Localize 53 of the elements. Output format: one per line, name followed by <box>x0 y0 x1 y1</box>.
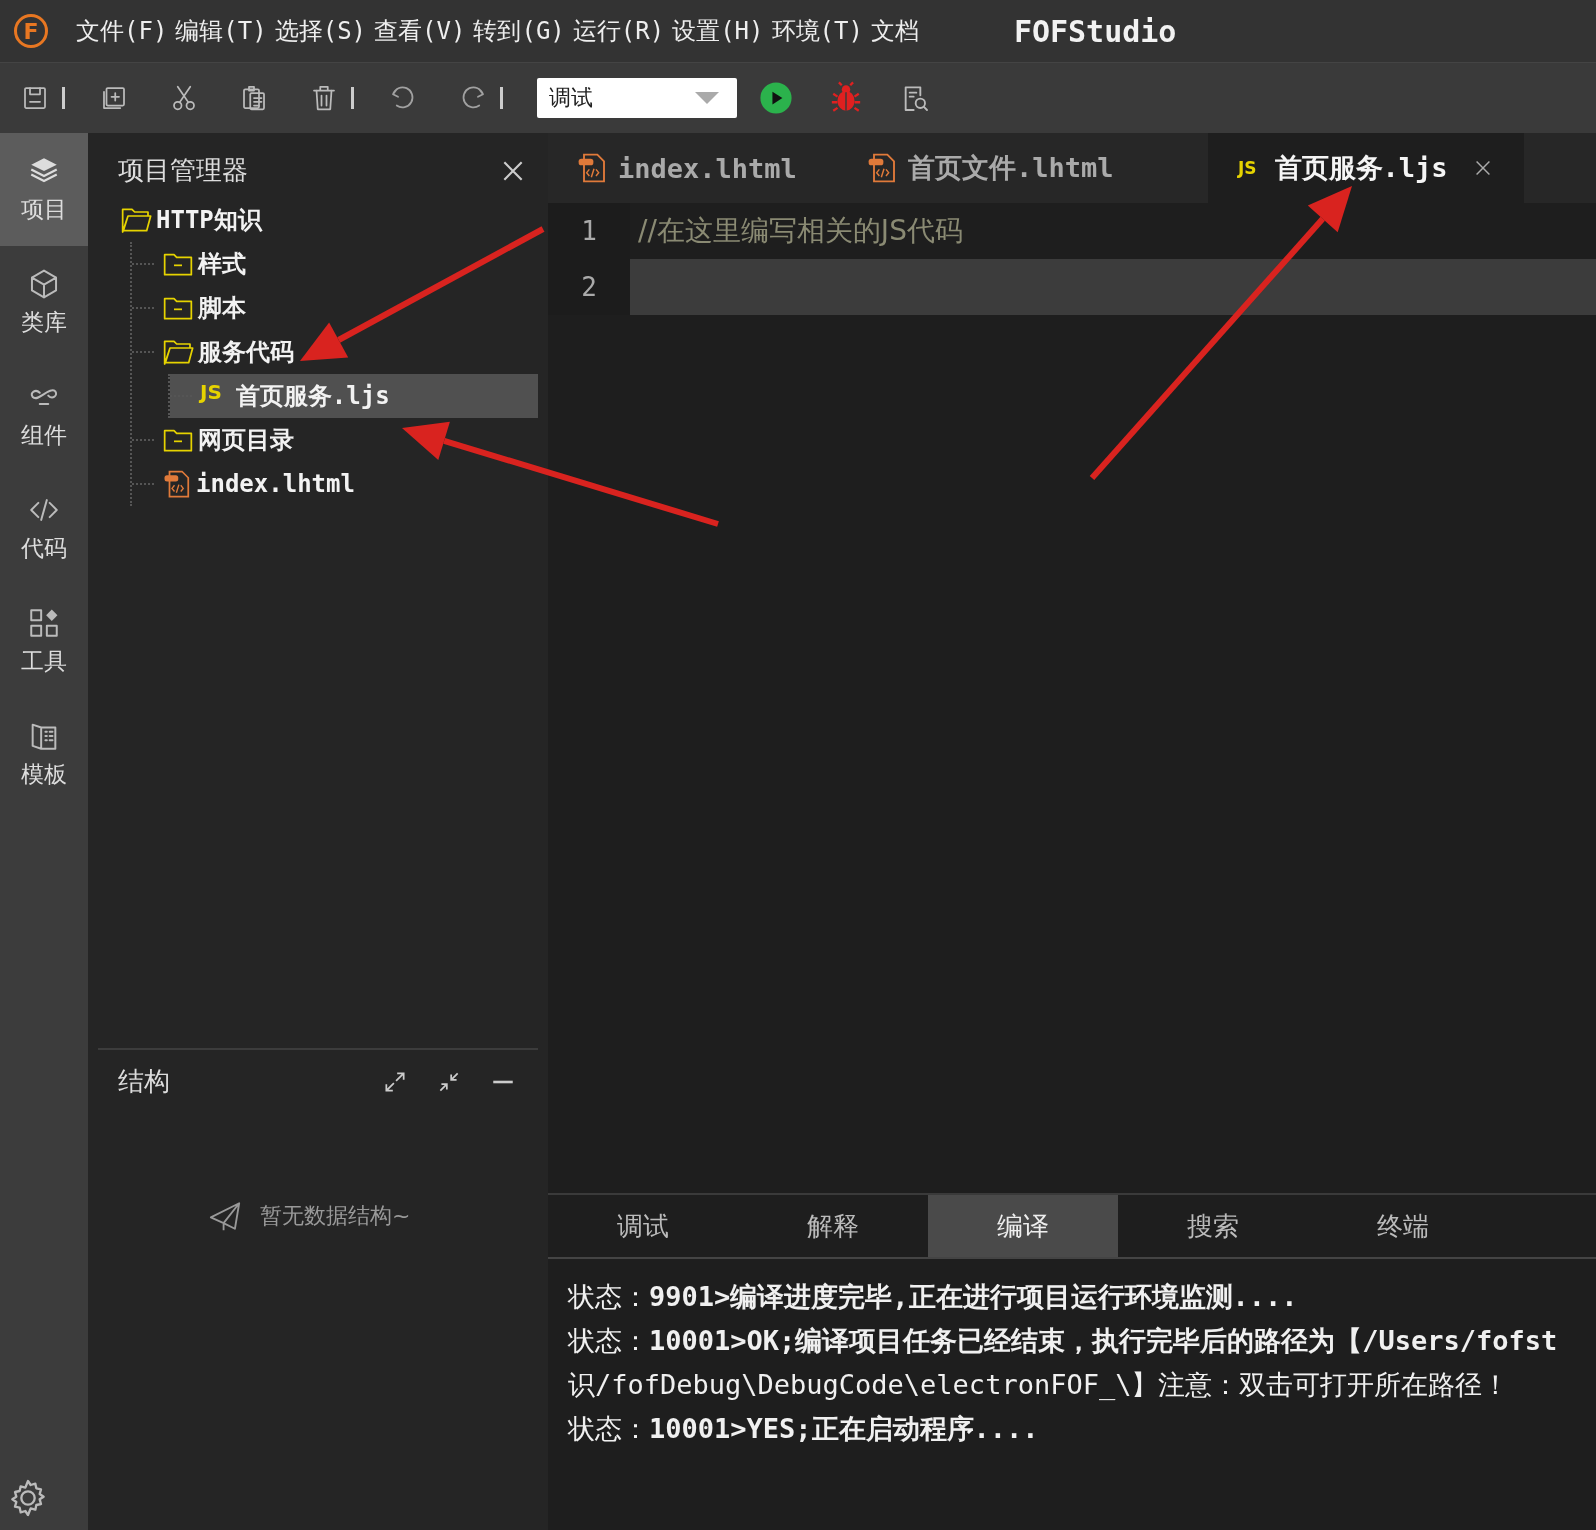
panel-title: 项目管理器 <box>118 154 248 187</box>
panel-tab[interactable]: 编译 <box>928 1195 1118 1257</box>
activity-tab[interactable]: 模板 <box>0 698 88 811</box>
line-number: 1 <box>581 216 597 246</box>
menu-item[interactable]: 选择(S) <box>274 15 367 47</box>
caret-icon <box>695 92 719 104</box>
paper-plane-icon <box>208 1199 242 1233</box>
empty-message: 暂无数据结构~ <box>260 1202 411 1230</box>
activity-tab[interactable]: 项目 <box>0 133 88 246</box>
grid-icon <box>27 606 61 640</box>
run-icon[interactable] <box>759 81 793 115</box>
html-file-icon <box>866 152 898 184</box>
activity-tab[interactable]: 组件 <box>0 359 88 472</box>
activity-tab[interactable]: 工具 <box>0 585 88 698</box>
activity-tab[interactable]: 类库 <box>0 246 88 359</box>
html-file-icon <box>162 469 192 499</box>
mode-dropdown[interactable]: 调试 <box>537 78 737 118</box>
settings-icon[interactable] <box>8 1478 48 1518</box>
app-title: FOFStudio <box>1013 13 1177 49</box>
tree-item[interactable]: 服务代码 <box>132 330 548 374</box>
menu-item[interactable]: 运行(R) <box>572 15 665 47</box>
panel-tab[interactable]: 调试 <box>548 1195 738 1257</box>
panel-tab[interactable]: 解释 <box>738 1195 928 1257</box>
menu-item[interactable]: 环境(T) <box>771 15 863 47</box>
menu-item[interactable]: 查看(V) <box>374 15 466 47</box>
html-file-icon <box>576 152 608 184</box>
log-line: 状态：10001>OK;编译项目任务已经结束，执行完毕后的路径为【/Users/fofst <box>568 1324 1559 1358</box>
editor-tab[interactable]: JS 首页服务.ljs <box>1208 133 1524 203</box>
tree-item[interactable]: 网页目录 <box>132 418 548 462</box>
activity-tab[interactable]: 代码 <box>0 472 88 585</box>
menu-item[interactable]: 文档 <box>870 15 919 47</box>
menu-item[interactable]: 文件(F) <box>76 15 168 47</box>
editor-tab[interactable]: 首页文件.lhtml <box>838 133 1208 203</box>
code-comment: //在这里编写相关的JS代码 <box>638 213 963 249</box>
panel-title: 结构 <box>118 1065 171 1098</box>
tree-item[interactable]: HTTP知识 <box>120 198 548 242</box>
menu-item[interactable]: 编辑(T) <box>175 15 267 47</box>
tree-item[interactable]: 脚本 <box>132 286 548 330</box>
log-line: 状态：9901>编译进度完毕,正在进行项目运行环境监测.... <box>568 1280 1299 1314</box>
menu-item[interactable]: 设置(H) <box>672 15 764 47</box>
js-icon: JS <box>1238 158 1257 178</box>
panel-tab[interactable]: 搜索 <box>1118 1195 1308 1257</box>
editor-tab[interactable]: index.lhtml <box>548 133 838 203</box>
panel-tab[interactable]: 终端 <box>1308 1195 1498 1257</box>
tree-item[interactable]: index.lhtml <box>132 462 548 506</box>
tree-item-selected[interactable]: JS 首页服务.ljs <box>170 374 538 418</box>
log-line: 状态：10001>YES;正在启动程序.... <box>568 1412 1040 1446</box>
tree-item[interactable]: 样式 <box>132 242 548 286</box>
log-line: 识/fofDebug\DebugCode\electronFOF_\】注意：双击可打开所在路径！ <box>568 1368 1511 1402</box>
line-number: 2 <box>581 272 597 302</box>
app-logo: F <box>14 14 48 48</box>
js-icon: JS <box>200 380 222 404</box>
menu-item[interactable]: 转到(G) <box>473 15 565 47</box>
